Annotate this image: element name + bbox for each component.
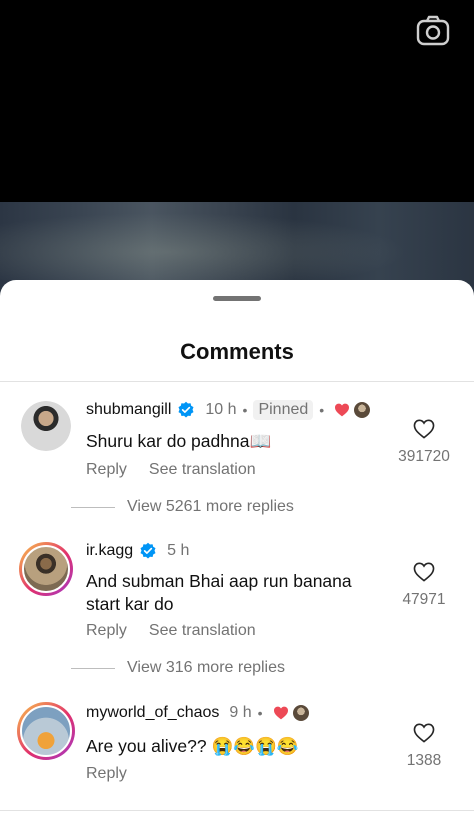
verified-badge-icon	[140, 542, 156, 559]
reply-button[interactable]: Reply	[86, 461, 127, 479]
replies-line	[71, 667, 115, 669]
reply-button[interactable]: Reply	[86, 622, 127, 640]
view-replies-button[interactable]: View 5261 more replies	[71, 498, 294, 516]
see-translation-button[interactable]: See translation	[149, 461, 256, 479]
avatar[interactable]	[17, 702, 75, 760]
comment-actions: Reply See translation	[86, 622, 256, 640]
view-replies-button[interactable]: View 316 more replies	[71, 659, 285, 677]
comment-meta: shubmangill 10 h • Pinned •	[86, 400, 371, 420]
drag-handle[interactable]	[213, 296, 261, 301]
username[interactable]: ir.kagg	[86, 542, 133, 560]
comment-text-line: And subman Bhai aap run banana	[86, 571, 352, 591]
comment-meta: ir.kagg 5 h	[86, 542, 189, 560]
separator-dot: •	[319, 402, 325, 418]
like-column: 391720	[384, 419, 464, 466]
separator-dot: •	[257, 705, 263, 721]
reply-button[interactable]: Reply	[86, 765, 127, 783]
camera-button[interactable]	[416, 14, 450, 48]
separator-dot: •	[242, 402, 248, 418]
like-count: 391720	[398, 448, 450, 465]
comment-text: And subman Bhai aap run banana start kar…	[86, 570, 352, 616]
view-replies-label: View 316 more replies	[127, 659, 286, 676]
like-count: 47971	[402, 591, 446, 608]
heart-filled-icon	[273, 706, 288, 720]
avatar[interactable]	[19, 542, 73, 596]
like-column: 1388	[384, 723, 464, 770]
comment-time: 5 h	[167, 542, 190, 559]
bottom-divider	[0, 810, 474, 811]
like-column: 47971	[384, 562, 464, 609]
comment-text-line: start kar do	[86, 594, 174, 614]
replies-line	[71, 506, 115, 508]
avatar[interactable]	[21, 401, 71, 451]
comment-time: 10 h	[205, 401, 237, 418]
creator-avatar-small	[354, 402, 371, 418]
heart-outline-icon[interactable]	[413, 562, 435, 582]
sheet-title: Comments	[180, 339, 294, 364]
header-divider	[0, 381, 474, 382]
heart-outline-icon[interactable]	[413, 723, 435, 743]
username[interactable]: myworld_of_chaos	[86, 704, 219, 722]
comment-time: 9 h	[229, 704, 252, 721]
comments-sheet: Comments shubmangill 10 h • Pinned • Shu…	[0, 280, 474, 815]
comment-actions: Reply	[86, 765, 127, 783]
comment-meta: myworld_of_chaos 9 h •	[86, 704, 309, 722]
verified-badge-icon	[178, 401, 194, 418]
comment-text: Shuru kar do padhna📖	[86, 431, 272, 451]
see-translation-button[interactable]: See translation	[149, 622, 256, 640]
like-count: 1388	[406, 752, 442, 769]
comment-actions: Reply See translation	[86, 461, 256, 479]
username[interactable]: shubmangill	[86, 401, 171, 419]
comment-text: Are you alive?? 😭😂😭😂	[86, 736, 299, 756]
creator-avatar-small	[292, 705, 309, 721]
view-replies-label: View 5261 more replies	[127, 498, 294, 515]
heart-outline-icon[interactable]	[413, 419, 435, 439]
heart-filled-icon	[335, 403, 350, 417]
camera-icon	[416, 15, 450, 46]
pinned-badge: Pinned	[253, 400, 314, 420]
video-area	[0, 0, 474, 205]
